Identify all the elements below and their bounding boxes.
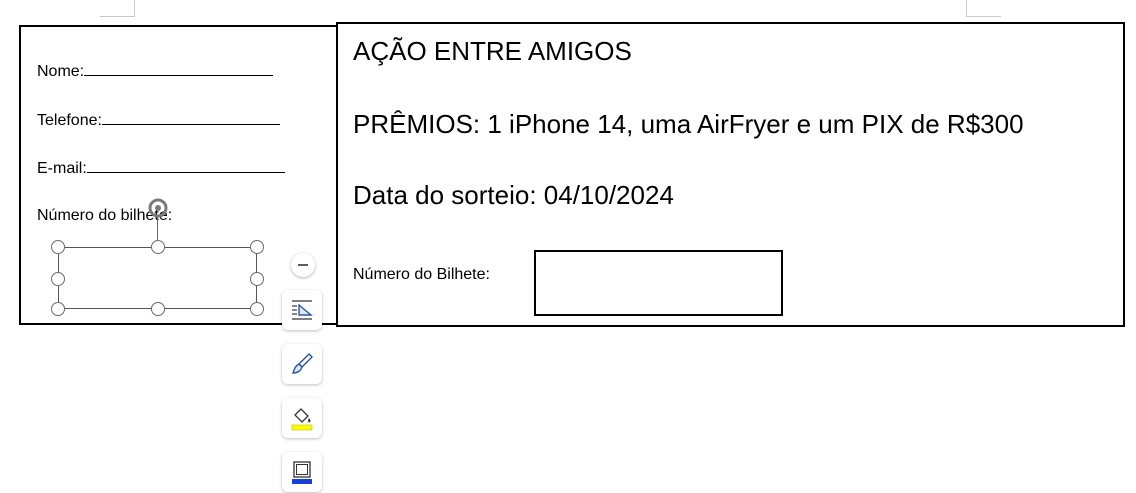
shape-outline-icon <box>292 461 312 484</box>
resize-handle-top[interactable] <box>151 240 165 254</box>
raffle-title: AÇÃO ENTRE AMIGOS <box>353 36 632 66</box>
draw-date-text: Data do sorteio: 04/10/2024 <box>353 180 674 210</box>
layout-options-button[interactable] <box>282 290 322 330</box>
resize-handle-top-right[interactable] <box>250 240 264 254</box>
layout-options-icon <box>292 300 313 320</box>
shape-fill-button[interactable] <box>282 398 322 438</box>
email-field[interactable]: E-mail: <box>37 158 285 178</box>
resize-handle-bottom-left[interactable] <box>51 302 65 316</box>
phone-field[interactable]: Telefone: <box>37 110 280 130</box>
collapse-icon <box>298 264 308 266</box>
resize-handle-right[interactable] <box>250 272 264 286</box>
rotate-handle-icon[interactable] <box>147 197 169 219</box>
shape-outline-button[interactable] <box>282 452 322 492</box>
ticket-number-box[interactable] <box>534 250 783 316</box>
ticket-main: AÇÃO ENTRE AMIGOS PRÊMIOS: 1 iPhone 14, … <box>336 22 1125 327</box>
resize-handle-left[interactable] <box>51 272 65 286</box>
email-line <box>86 158 285 173</box>
resize-handle-top-left[interactable] <box>51 240 65 254</box>
phone-label: Telefone: <box>37 112 102 129</box>
main-ticket-number-label: Número do Bilhete: <box>353 266 490 283</box>
selected-text-box[interactable] <box>58 247 257 309</box>
name-label: Nome: <box>37 63 85 80</box>
style-brush-icon <box>292 353 313 374</box>
resize-handle-bottom-right[interactable] <box>250 302 264 316</box>
name-field[interactable]: Nome: <box>37 61 274 81</box>
page-corner-mark-left <box>100 0 135 17</box>
collapse-toolbar-button[interactable] <box>291 253 315 277</box>
style-button[interactable] <box>282 344 322 384</box>
rotate-stem <box>157 217 158 241</box>
phone-line <box>101 110 280 125</box>
name-line <box>84 61 274 76</box>
shape-fill-icon <box>291 408 313 431</box>
resize-handle-bottom[interactable] <box>151 302 165 316</box>
document-page: Nome: Telefone: E-mail: Número do bilhet… <box>0 0 1136 493</box>
page-corner-mark-right <box>966 0 1001 17</box>
prizes-text: PRÊMIOS: 1 iPhone 14, uma AirFryer e um … <box>353 109 1024 139</box>
email-label: E-mail: <box>37 160 87 177</box>
